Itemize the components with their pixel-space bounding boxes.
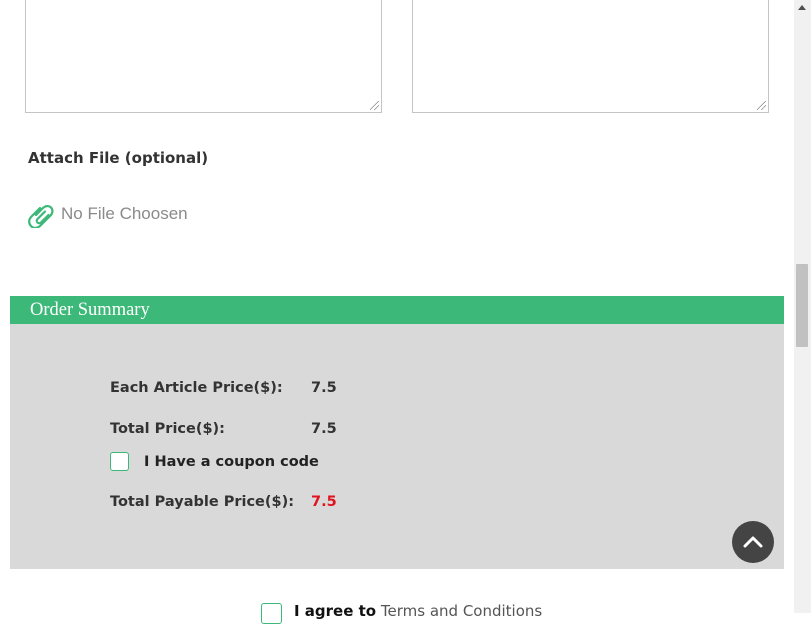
vertical-scrollbar[interactable] (794, 0, 811, 613)
chevron-up-icon (743, 536, 763, 548)
attach-file-label: Attach File (optional) (28, 149, 209, 167)
order-summary-title: Order Summary (30, 300, 150, 320)
coupon-checkbox[interactable] (110, 452, 129, 471)
terms-link[interactable]: Terms and Conditions (381, 602, 542, 620)
total-payable-value: 7.5 (311, 494, 337, 510)
no-file-chosen-text: No File Choosen (61, 204, 188, 223)
total-price-value: 7.5 (311, 421, 337, 437)
textarea-left[interactable] (25, 0, 382, 113)
scroll-up-arrow-icon[interactable] (798, 5, 806, 10)
file-picker[interactable]: No File Choosen (28, 200, 188, 228)
terms-checkbox[interactable] (261, 603, 282, 624)
order-summary-panel: Each Article Price($): 7.5 Total Price($… (10, 324, 784, 569)
textarea-right[interactable] (412, 0, 769, 113)
agree-prefix: I agree to (294, 602, 377, 620)
total-payable-label: Total Payable Price($): (110, 494, 295, 510)
paperclip-icon (28, 204, 54, 228)
each-article-price-value: 7.5 (311, 380, 337, 396)
coupon-label[interactable]: I Have a coupon code (144, 454, 319, 470)
total-price-label: Total Price($): (110, 421, 225, 437)
scroll-thumb[interactable] (796, 264, 808, 347)
resize-handle[interactable] (757, 101, 766, 110)
order-summary-header: Order Summary (10, 296, 784, 324)
back-to-top-button[interactable] (732, 521, 774, 563)
terms-agreement: I agree to Terms and Conditions (261, 602, 542, 624)
resize-handle[interactable] (370, 101, 379, 110)
each-article-price-label: Each Article Price($): (110, 380, 283, 396)
